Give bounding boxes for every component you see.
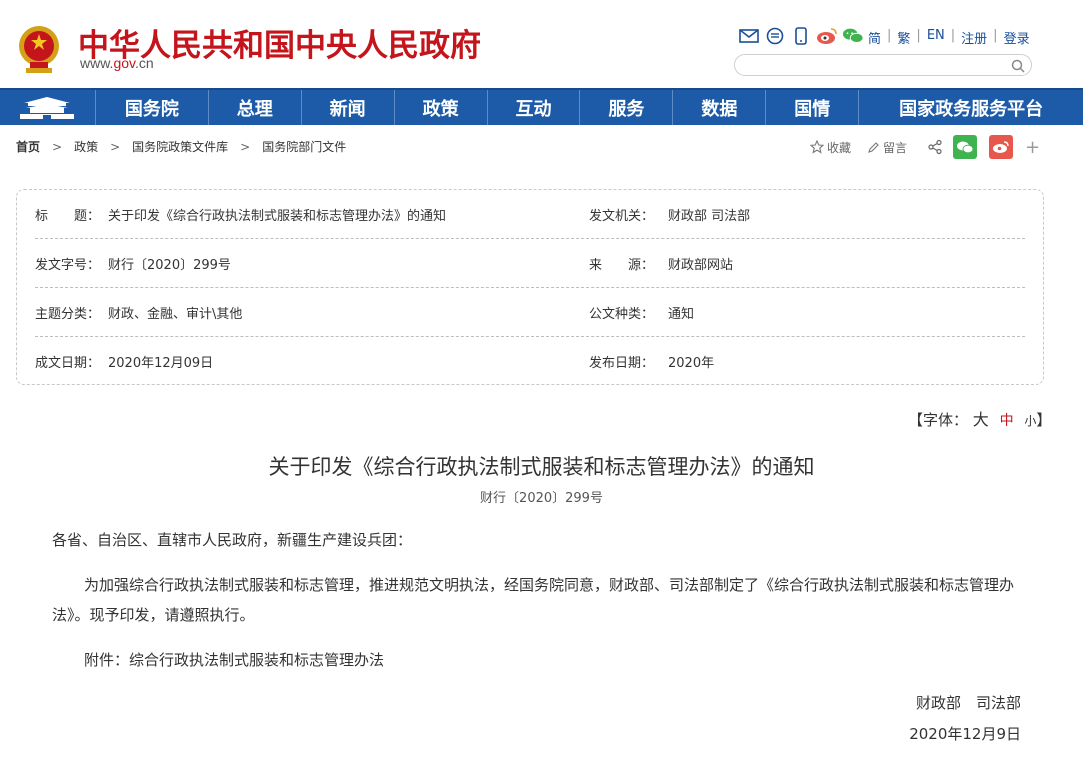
published-date-value: 2020年	[668, 356, 715, 371]
share-toolbar: 收藏 留言 +	[810, 134, 1040, 160]
site-url-suffix: .cn	[135, 55, 154, 71]
separator: |	[993, 28, 998, 43]
sign-date: 2020年12月9日	[909, 725, 1021, 743]
info-row: 成文日期： 2020年12月09日 发布日期： 2020年	[35, 337, 1025, 386]
body-paragraph: 为加强综合行政执法制式服装和标志管理，推进规范文明执法，经国务院同意，财政部、司…	[52, 576, 1015, 624]
nav-item-gov-service-platform[interactable]: 国家政务服务平台	[859, 90, 1083, 125]
lang-simplified-link[interactable]: 简	[868, 28, 881, 47]
header-tools	[738, 25, 864, 47]
more-share-icon[interactable]: +	[1025, 137, 1040, 158]
written-date-value: 2020年12月09日	[108, 356, 214, 371]
pencil-icon	[868, 141, 879, 153]
nav-item-services[interactable]: 服务	[580, 90, 674, 125]
site-url[interactable]: www.gov.cn	[80, 55, 154, 71]
font-size-small-button[interactable]: 小	[1024, 414, 1036, 428]
title-label: 标 题：	[35, 209, 101, 224]
lang-traditional-link[interactable]: 繁	[897, 28, 910, 47]
font-size-medium-button[interactable]: 中	[1000, 413, 1014, 429]
comment-label: 留言	[883, 140, 908, 155]
email-icon[interactable]	[738, 25, 760, 47]
site-header: 中华人民共和国中央人民政府 www.gov.cn 简 | 繁 | EN | 注册…	[0, 0, 1083, 88]
attachment-line[interactable]: 附件：综合行政执法制式服装和标志管理办法	[52, 645, 1022, 675]
national-emblem-icon[interactable]	[16, 24, 62, 76]
wechat-share-icon[interactable]	[953, 135, 978, 159]
topic-value: 财政、金融、审计\其他	[108, 307, 243, 322]
nav-item-news[interactable]: 新闻	[302, 90, 395, 125]
kind-value: 通知	[668, 307, 695, 322]
site-url-prefix: www.	[80, 55, 114, 71]
info-row: 发文字号： 财行〔2020〕299号 来 源： 财政部网站	[35, 239, 1025, 288]
favorite-label: 收藏	[827, 140, 852, 155]
language-links: 简 | 繁 | EN | 注册 | 登录	[868, 28, 1030, 47]
favorite-button[interactable]: 收藏	[810, 139, 851, 156]
nav-home-tiananmen-icon[interactable]	[0, 90, 96, 125]
info-row: 主题分类： 财政、金融、审计\其他 公文种类： 通知	[35, 288, 1025, 337]
nav-item-data[interactable]: 数据	[673, 90, 767, 125]
mobile-icon[interactable]	[790, 25, 812, 47]
search-input[interactable]	[734, 54, 1032, 76]
font-size-prefix: 【字体：	[908, 411, 969, 429]
font-size-switcher: 【字体： 大 中 小】	[908, 406, 1051, 430]
document-number: 财行〔2020〕299号	[480, 491, 603, 506]
source-label: 来 源：	[589, 258, 655, 273]
docno-label: 发文字号：	[35, 258, 101, 273]
nav-item-state-council[interactable]: 国务院	[96, 90, 209, 125]
nav-item-interaction[interactable]: 互动	[488, 90, 581, 125]
star-icon	[810, 140, 824, 154]
issuer-label: 发文机关：	[589, 209, 655, 224]
weibo-icon[interactable]	[816, 25, 838, 47]
published-date-label: 发布日期：	[589, 356, 655, 371]
chevron-right-icon: >	[240, 139, 251, 154]
font-size-suffix: 】	[1036, 411, 1052, 429]
separator: |	[887, 28, 892, 43]
chat-icon[interactable]	[764, 25, 786, 47]
login-link[interactable]: 登录	[1004, 28, 1030, 47]
source-value: 财政部网站	[668, 258, 734, 273]
nav-item-national-info[interactable]: 国情	[766, 90, 860, 125]
kind-label: 公文种类：	[589, 307, 655, 322]
docno-value: 财行〔2020〕299号	[108, 258, 231, 273]
written-date-label: 成文日期：	[35, 356, 101, 371]
signer: 财政部 司法部	[915, 694, 1021, 712]
document-title: 关于印发《综合行政执法制式服装和标志管理办法》的通知	[268, 455, 815, 479]
font-size-large-button[interactable]: 大	[973, 410, 989, 429]
breadcrumb: 首页 > 政策 > 国务院政策文件库 > 国务院部门文件	[16, 138, 346, 155]
nav-item-premier[interactable]: 总理	[209, 90, 302, 125]
separator: |	[916, 28, 921, 43]
search-icon[interactable]	[1011, 58, 1025, 73]
nav-item-policy[interactable]: 政策	[395, 90, 488, 125]
document-info-box: 标 题： 关于印发《综合行政执法制式服装和标志管理办法》的通知 发文机关： 财政部 …	[16, 189, 1044, 385]
breadcrumb-policy-library[interactable]: 国务院政策文件库	[132, 138, 228, 155]
breadcrumb-department-docs[interactable]: 国务院部门文件	[262, 138, 346, 155]
separator: |	[950, 28, 956, 43]
chevron-right-icon: >	[110, 139, 121, 154]
topic-label: 主题分类：	[35, 307, 101, 322]
info-row: 标 题： 关于印发《综合行政执法制式服装和标志管理办法》的通知 发文机关： 财政部 …	[35, 190, 1025, 239]
main-nav: 国务院 总理 新闻 政策 互动 服务 数据 国情 国家政务服务平台	[0, 88, 1083, 125]
chevron-right-icon: >	[52, 139, 63, 154]
wechat-icon[interactable]	[842, 25, 864, 47]
comment-button[interactable]: 留言	[867, 139, 907, 156]
lang-english-link[interactable]: EN	[927, 28, 945, 47]
weibo-share-icon[interactable]	[989, 135, 1014, 159]
issuer-value: 财政部 司法部	[668, 209, 751, 224]
breadcrumb-policy[interactable]: 政策	[74, 138, 98, 155]
register-link[interactable]: 注册	[961, 28, 987, 47]
site-url-mid: gov	[113, 55, 135, 71]
breadcrumb-home[interactable]: 首页	[16, 138, 40, 155]
title-value: 关于印发《综合行政执法制式服装和标志管理办法》的通知	[108, 209, 447, 224]
salutation: 各省、自治区、直辖市人民政府，新疆生产建设兵团：	[52, 531, 413, 549]
share-icon[interactable]	[923, 135, 947, 159]
